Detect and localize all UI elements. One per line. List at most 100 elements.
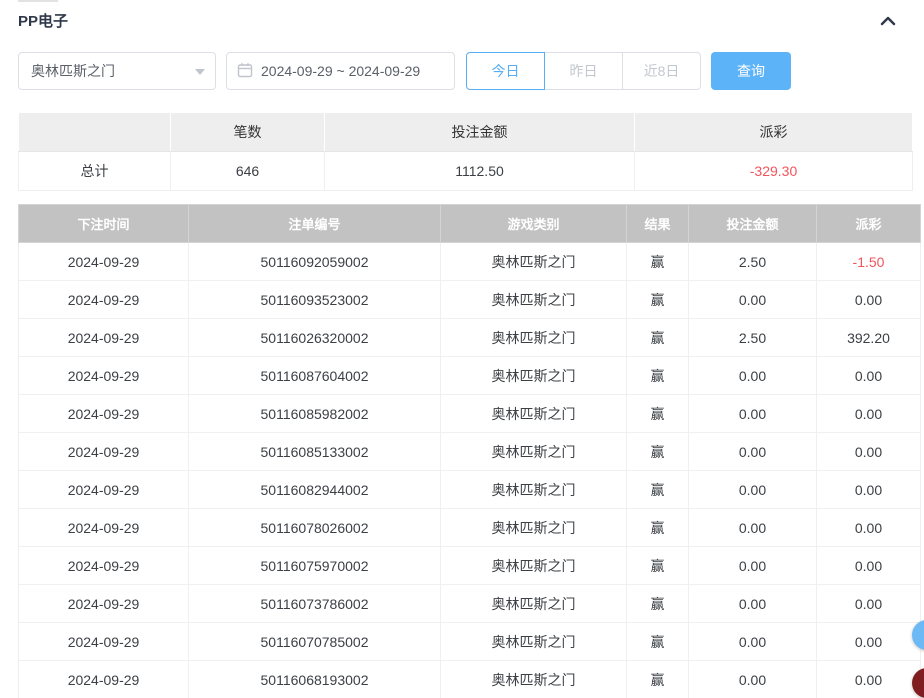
cell-result: 赢	[626, 280, 689, 319]
cell-bet-time: 2024-09-29	[18, 356, 189, 395]
cell-game-type: 奥林匹斯之门	[440, 280, 627, 319]
cell-bet-amount: 0.00	[688, 660, 817, 698]
table-row: 2024-09-29 50116087604002 奥林匹斯之门赢 0.00 0.00	[18, 356, 921, 395]
cell-payout: 0.00	[816, 280, 921, 319]
summary-header-row: 笔数 投注金额 派彩	[18, 112, 913, 152]
cell-result: 赢	[626, 508, 689, 547]
cell-payout: 0.00	[816, 660, 921, 698]
cell-payout: 0.00	[816, 584, 921, 623]
table-row: 2024-09-29 50116085982002 奥林匹斯之门赢 0.00 0.00	[18, 394, 921, 433]
cell-result: 赢	[626, 432, 689, 471]
cell-bet-id: 50116075970002	[188, 546, 441, 585]
query-button[interactable]: 查询	[711, 52, 791, 90]
cell-result: 赢	[626, 242, 689, 281]
cell-result: 赢	[626, 546, 689, 585]
bets-table: 下注时间 注单编号 游戏类别 结果 投注金额 派彩 2024-09-29 5011…	[18, 204, 921, 698]
cell-payout: 0.00	[816, 622, 921, 661]
cell-bet-amount: 0.00	[688, 432, 817, 471]
table-row: 2024-09-29 50116070785002 奥林匹斯之门赢 0.00 0.00	[18, 622, 921, 661]
cell-bet-id: 50116087604002	[188, 356, 441, 395]
cell-result: 赢	[626, 622, 689, 661]
cell-result: 赢	[626, 394, 689, 433]
cell-bet-amount: 0.00	[688, 546, 817, 585]
today-button[interactable]: 今日	[466, 52, 545, 90]
cell-result: 赢	[626, 318, 689, 357]
cell-bet-id: 50116093523002	[188, 280, 441, 319]
header-payout: 派彩	[816, 204, 921, 243]
cell-bet-id: 50116078026002	[188, 508, 441, 547]
cell-game-type: 奥林匹斯之门	[440, 584, 627, 623]
cell-payout: -1.50	[816, 242, 921, 281]
date-range-value: 2024-09-29 ~ 2024-09-29	[261, 63, 421, 79]
cell-bet-amount: 0.00	[688, 280, 817, 319]
cell-game-type: 奥林匹斯之门	[440, 660, 627, 698]
table-row: 2024-09-29 50116085133002 奥林匹斯之门赢 0.00 0.00	[18, 432, 921, 471]
yesterday-button[interactable]: 昨日	[544, 52, 623, 90]
cell-bet-time: 2024-09-29	[18, 546, 189, 585]
cell-game-type: 奥林匹斯之门	[440, 432, 627, 471]
cell-bet-time: 2024-09-29	[18, 622, 189, 661]
summary-payout-value: -329.30	[634, 151, 913, 191]
table-row: 2024-09-29 50116026320002 奥林匹斯之门赢 2.50 392.2…	[18, 318, 921, 357]
header-result: 结果	[626, 204, 689, 243]
cell-bet-time: 2024-09-29	[18, 470, 189, 509]
table-row: 2024-09-29 50116078026002 奥林匹斯之门赢 0.00 0.00	[18, 508, 921, 547]
cell-bet-amount: 0.00	[688, 622, 817, 661]
cell-game-type: 奥林匹斯之门	[440, 546, 627, 585]
panel-title: PP电子	[18, 13, 69, 30]
game-select[interactable]: 奥林匹斯之门	[18, 52, 216, 90]
cell-bet-amount: 0.00	[688, 508, 817, 547]
cell-game-type: 奥林匹斯之门	[440, 508, 627, 547]
table-row: 2024-09-29 50116068193002 奥林匹斯之门赢 0.00 0.00	[18, 660, 921, 698]
cell-bet-id: 50116070785002	[188, 622, 441, 661]
cell-game-type: 奥林匹斯之门	[440, 470, 627, 509]
cell-bet-time: 2024-09-29	[18, 508, 189, 547]
cell-payout: 0.00	[816, 546, 921, 585]
cell-bet-amount: 0.00	[688, 470, 817, 509]
header-bet-id: 注单编号	[188, 204, 441, 243]
cell-result: 赢	[626, 660, 689, 698]
cell-bet-time: 2024-09-29	[18, 432, 189, 471]
summary-header-empty	[18, 112, 171, 152]
cell-bet-id: 50116085133002	[188, 432, 441, 471]
date-range-input[interactable]: 2024-09-29 ~ 2024-09-29	[226, 52, 455, 90]
cell-payout: 0.00	[816, 470, 921, 509]
summary-table: 笔数 投注金额 派彩 总计 646 1112.50 -329.30	[18, 112, 913, 191]
cell-bet-time: 2024-09-29	[18, 318, 189, 357]
table-row: 2024-09-29 50116075970002 奥林匹斯之门赢 0.00 0.00	[18, 546, 921, 585]
cell-bet-time: 2024-09-29	[18, 242, 189, 281]
cell-bet-id: 50116085982002	[188, 394, 441, 433]
last-8-days-button[interactable]: 近8日	[622, 52, 701, 90]
cell-payout: 0.00	[816, 508, 921, 547]
header-bet-amount: 投注金额	[688, 204, 817, 243]
cell-bet-id: 50116073786002	[188, 584, 441, 623]
cell-bet-amount: 0.00	[688, 356, 817, 395]
cell-game-type: 奥林匹斯之门	[440, 318, 627, 357]
table-row: 2024-09-29 50116082944002 奥林匹斯之门赢 0.00 0.00	[18, 470, 921, 509]
cell-game-type: 奥林匹斯之门	[440, 242, 627, 281]
cell-game-type: 奥林匹斯之门	[440, 622, 627, 661]
chevron-up-icon[interactable]	[880, 16, 896, 26]
cell-payout: 0.00	[816, 394, 921, 433]
calendar-icon	[237, 62, 253, 81]
cell-bet-id: 50116026320002	[188, 318, 441, 357]
cell-game-type: 奥林匹斯之门	[440, 394, 627, 433]
summary-header-payout: 派彩	[634, 112, 913, 152]
table-row: 2024-09-29 50116073786002 奥林匹斯之门赢 0.00 0.00	[18, 584, 921, 623]
cell-bet-id: 50116068193002	[188, 660, 441, 698]
cell-bet-amount: 2.50	[688, 242, 817, 281]
cell-bet-id: 50116082944002	[188, 470, 441, 509]
cell-bet-amount: 0.00	[688, 394, 817, 433]
cell-bet-time: 2024-09-29	[18, 584, 189, 623]
panel-header: PP电子	[0, 0, 924, 31]
summary-total-label: 总计	[18, 151, 171, 191]
caret-down-icon	[195, 69, 205, 75]
game-select-value: 奥林匹斯之门	[31, 63, 115, 79]
filter-bar: 奥林匹斯之门 2024-09-29 ~ 2024-09-29 今日 昨日 近8日…	[18, 52, 906, 90]
summary-header-count: 笔数	[170, 112, 325, 152]
header-bet-time: 下注时间	[18, 204, 189, 243]
cell-result: 赢	[626, 584, 689, 623]
cell-game-type: 奥林匹斯之门	[440, 356, 627, 395]
cell-payout: 392.20	[816, 318, 921, 357]
cell-result: 赢	[626, 356, 689, 395]
